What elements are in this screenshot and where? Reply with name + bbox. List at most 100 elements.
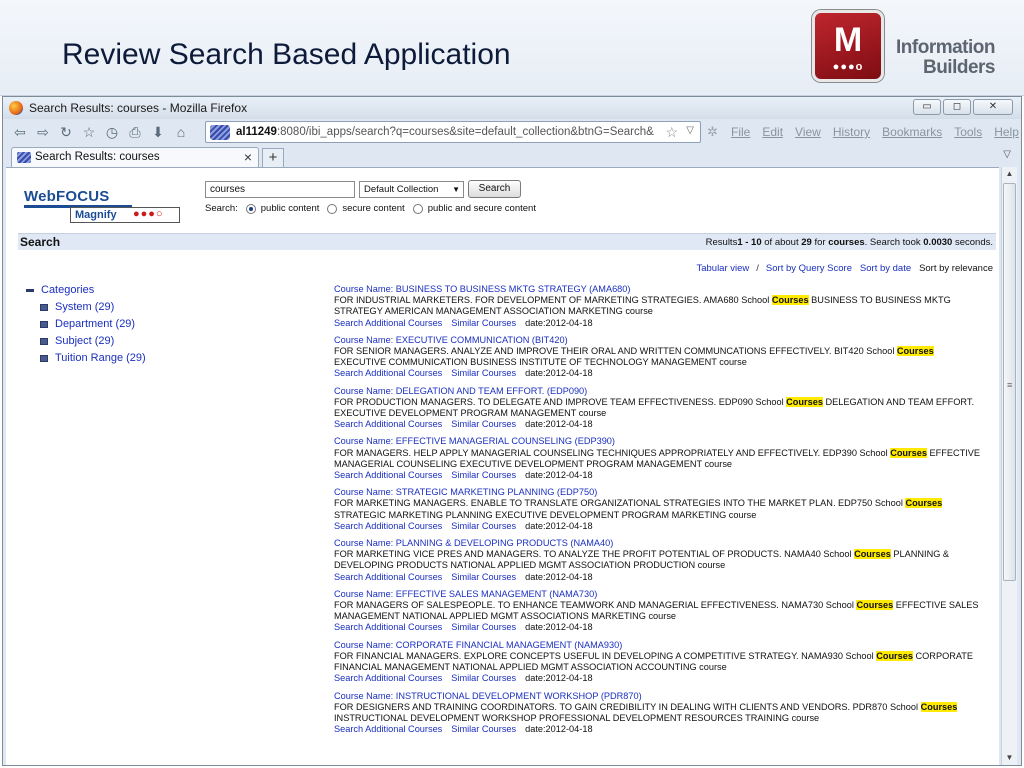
minimize-button[interactable]: ▭ xyxy=(913,99,941,115)
logo-text-line2: Builders xyxy=(922,57,996,78)
result-title-link[interactable]: Course Name: EFFECTIVE MANAGERIAL COUNSE… xyxy=(334,436,984,447)
tab-favicon-icon xyxy=(17,152,31,163)
result-item: Course Name: BUSINESS TO BUSINESS MKTG S… xyxy=(334,284,984,329)
url-text[interactable]: al11249:8080/ibi_apps/search?q=courses&s… xyxy=(236,126,660,138)
expand-icon[interactable] xyxy=(40,337,48,345)
scroll-up-icon[interactable]: ▲ xyxy=(1002,167,1017,181)
search-additional-link[interactable]: Search Additional Courses xyxy=(334,724,442,734)
similar-courses-link[interactable]: Similar Courses xyxy=(451,724,516,734)
close-window-button[interactable]: ✕ xyxy=(973,99,1013,115)
search-additional-link[interactable]: Search Additional Courses xyxy=(334,622,442,632)
nav-buttons: ⇦ ⇨ ↻ ☆ ◷ ⎙ ⬇ ⌂ xyxy=(11,123,190,141)
stats-took: . Search took xyxy=(864,237,924,248)
expand-icon[interactable] xyxy=(40,303,48,311)
menu-bookmarks[interactable]: Bookmarks xyxy=(882,125,942,139)
sort-by-date-link[interactable]: Sort by date xyxy=(860,263,911,274)
navigation-toolbar: ⇦ ⇨ ↻ ☆ ◷ ⎙ ⬇ ⌂ al11249:8080/ibi_apps/se… xyxy=(3,119,1021,145)
scrollbar-thumb[interactable]: ≡ xyxy=(1003,183,1016,581)
print-icon[interactable]: ⎙ xyxy=(126,123,144,141)
menu-tools[interactable]: Tools xyxy=(954,125,982,139)
result-snippet: FOR PRODUCTION MANAGERS. TO DELEGATE AND… xyxy=(334,396,984,419)
snippet-text: FOR SENIOR MANAGERS. ANALYZE AND IMPROVE… xyxy=(334,346,897,357)
menu-history[interactable]: History xyxy=(833,125,870,139)
logo-dots-icon: ●●●○ xyxy=(133,208,164,220)
tab-list-chevron-down-icon[interactable]: ▽ xyxy=(1003,149,1011,160)
facet-tuition-range[interactable]: Tuition Range (29) xyxy=(40,352,146,364)
facet-categories[interactable]: Categories xyxy=(26,284,146,296)
history-icon[interactable]: ◷ xyxy=(103,123,121,141)
back-icon[interactable]: ⇦ xyxy=(11,123,29,141)
forward-icon[interactable]: ⇨ xyxy=(34,123,52,141)
scope-both-radio[interactable] xyxy=(412,203,423,214)
snippet-text: FOR INDUSTRIAL MARKETERS. FOR DEVELOPMEN… xyxy=(334,295,772,306)
search-additional-link[interactable]: Search Additional Courses xyxy=(334,673,442,683)
home-icon[interactable]: ⌂ xyxy=(172,123,190,141)
menu-edit[interactable]: Edit xyxy=(762,125,783,139)
result-item: Course Name: EFFECTIVE MANAGERIAL COUNSE… xyxy=(334,436,984,481)
slide-header: Review Search Based Application M ●●●o I… xyxy=(0,0,1024,96)
result-title-link[interactable]: Course Name: EFFECTIVE SALES MANAGEMENT … xyxy=(334,589,984,600)
url-bar[interactable]: al11249:8080/ibi_apps/search?q=courses&s… xyxy=(205,121,701,143)
search-additional-link[interactable]: Search Additional Courses xyxy=(334,572,442,582)
scope-public-radio[interactable] xyxy=(245,203,256,214)
expand-icon[interactable] xyxy=(40,320,48,328)
facet-department[interactable]: Department (29) xyxy=(40,318,146,330)
collapse-icon[interactable] xyxy=(26,288,34,292)
search-additional-link[interactable]: Search Additional Courses xyxy=(334,470,442,480)
facet-system[interactable]: System (29) xyxy=(40,301,146,313)
page-content: WebFOCUS Magnify ●●●○ Default Collection… xyxy=(6,167,999,765)
similar-courses-link[interactable]: Similar Courses xyxy=(451,368,516,378)
snippet-text: INSTRUCTIONAL DEVELOPMENT WORKSHOP PROFE… xyxy=(334,712,820,723)
result-item: Course Name: EXECUTIVE COMMUNICATION (BI… xyxy=(334,335,984,380)
sort-by-score-link[interactable]: Sort by Query Score xyxy=(766,263,852,274)
result-title-link[interactable]: Course Name: INSTRUCTIONAL DEVELOPMENT W… xyxy=(334,691,984,702)
facet-subject[interactable]: Subject (29) xyxy=(40,335,146,347)
result-date: date:2012-04-18 xyxy=(525,470,593,481)
search-additional-link[interactable]: Search Additional Courses xyxy=(334,419,442,429)
result-title-link[interactable]: Course Name: STRATEGIC MARKETING PLANNIN… xyxy=(334,487,984,498)
result-title-link[interactable]: Course Name: BUSINESS TO BUSINESS MKTG S… xyxy=(334,284,984,295)
similar-courses-link[interactable]: Similar Courses xyxy=(451,419,516,429)
reload-icon[interactable]: ↻ xyxy=(57,123,75,141)
similar-courses-link[interactable]: Similar Courses xyxy=(451,470,516,480)
collection-select[interactable]: Default Collection ▼ xyxy=(359,181,464,198)
window-titlebar[interactable]: Search Results: courses - Mozilla Firefo… xyxy=(3,97,1021,119)
menu-file[interactable]: File xyxy=(731,125,750,139)
similar-courses-link[interactable]: Similar Courses xyxy=(451,521,516,531)
new-tab-button[interactable]: + xyxy=(262,148,284,167)
result-title-link[interactable]: Course Name: PLANNING & DEVELOPING PRODU… xyxy=(334,538,984,549)
scroll-down-icon[interactable]: ▼ xyxy=(1002,751,1017,765)
menu-view[interactable]: View xyxy=(795,125,821,139)
url-history-dropdown-icon[interactable]: ▽ xyxy=(686,125,694,136)
similar-courses-link[interactable]: Similar Courses xyxy=(451,318,516,328)
search-button[interactable]: Search xyxy=(468,180,521,198)
similar-courses-link[interactable]: Similar Courses xyxy=(451,673,516,683)
result-links: Search Additional Courses Similar Courses… xyxy=(334,724,984,735)
download-icon[interactable]: ⬇ xyxy=(149,123,167,141)
result-title-link[interactable]: Course Name: EXECUTIVE COMMUNICATION (BI… xyxy=(334,335,984,346)
chevron-down-icon: ▼ xyxy=(452,185,460,194)
loading-throbber-icon: ✲ xyxy=(707,124,718,139)
information-builders-wordmark: Information Builders xyxy=(893,38,996,78)
search-additional-link[interactable]: Search Additional Courses xyxy=(334,368,442,378)
search-additional-link[interactable]: Search Additional Courses xyxy=(334,318,442,328)
tabular-view-link[interactable]: Tabular view xyxy=(696,263,749,274)
similar-courses-link[interactable]: Similar Courses xyxy=(451,622,516,632)
expand-icon[interactable] xyxy=(40,354,48,362)
result-snippet: FOR INDUSTRIAL MARKETERS. FOR DEVELOPMEN… xyxy=(334,295,984,317)
maximize-button[interactable]: ◻ xyxy=(943,99,971,115)
tab-close-icon[interactable]: × xyxy=(244,149,252,165)
menu-help[interactable]: Help xyxy=(994,125,1019,139)
result-item: Course Name: STRATEGIC MARKETING PLANNIN… xyxy=(334,487,984,532)
similar-courses-link[interactable]: Similar Courses xyxy=(451,572,516,582)
search-input[interactable] xyxy=(205,181,355,198)
facet-label: Tuition Range (29) xyxy=(55,352,146,364)
bookmark-star-icon[interactable]: ☆ xyxy=(80,123,98,141)
search-additional-link[interactable]: Search Additional Courses xyxy=(334,521,442,531)
vertical-scrollbar[interactable]: ▲ ≡ ▼ xyxy=(1001,167,1017,765)
result-title-link[interactable]: Course Name: DELEGATION AND TEAM EFFORT.… xyxy=(334,386,984,397)
result-title-link[interactable]: Course Name: CORPORATE FINANCIAL MANAGEM… xyxy=(334,640,984,651)
bookmark-page-star-icon[interactable]: ☆ xyxy=(665,124,678,141)
tab-search-results[interactable]: Search Results: courses × xyxy=(11,147,259,167)
scope-secure-radio[interactable] xyxy=(327,203,338,214)
